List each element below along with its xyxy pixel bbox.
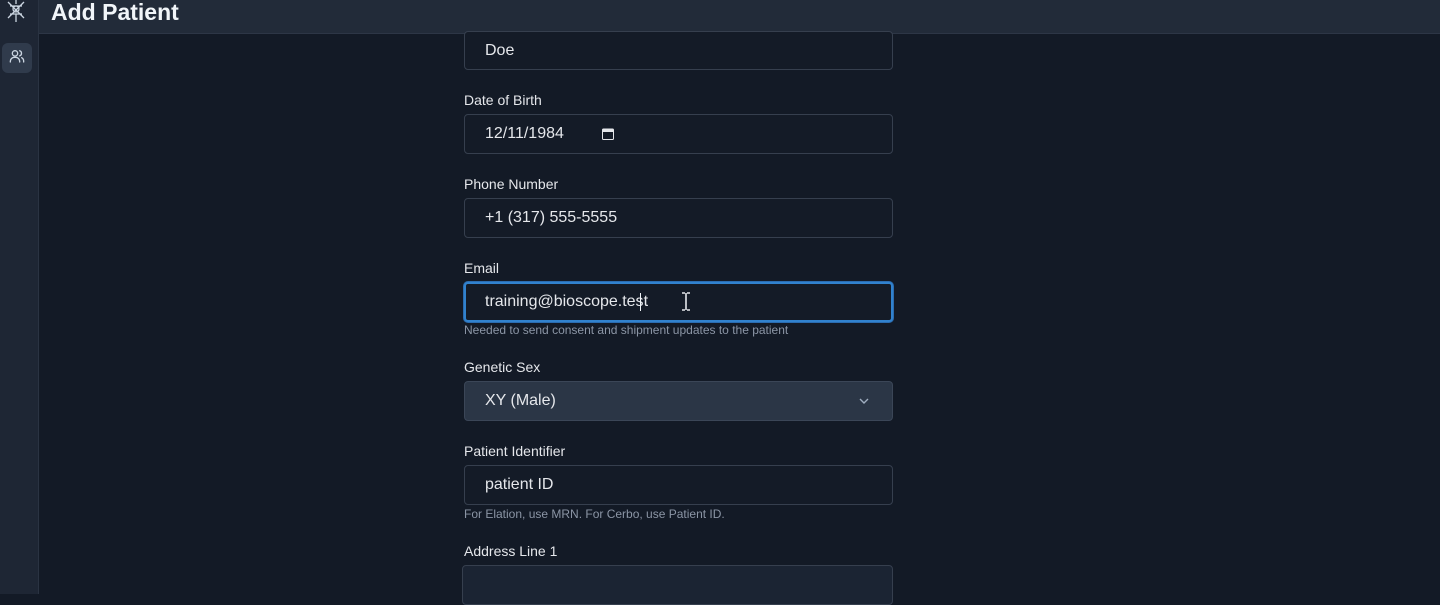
text-cursor-icon	[680, 292, 692, 311]
sidebar-item-patients[interactable]	[2, 43, 32, 73]
email-value: training@bioscope.tes	[485, 293, 644, 310]
phone-value: +1 (317) 555-5555	[485, 209, 618, 226]
email-input[interactable]: training@bioscope.tes t	[464, 282, 893, 322]
calendar-icon[interactable]	[601, 128, 614, 140]
patient-id-input[interactable]: patient ID	[464, 465, 893, 505]
email-helper-text: Needed to send consent and shipment upda…	[464, 323, 789, 337]
users-icon	[9, 48, 25, 69]
last-name-value: Doe	[485, 41, 515, 59]
top-header: Add Patient	[39, 0, 1440, 34]
text-caret	[639, 293, 641, 311]
last-name-input[interactable]: Doe	[464, 31, 893, 70]
address-line-1-input[interactable]	[462, 565, 893, 605]
patient-id-label: Patient Identifier	[464, 443, 566, 459]
patient-id-helper-text: For Elation, use MRN. For Cerbo, use Pat…	[464, 507, 725, 521]
phone-label: Phone Number	[464, 176, 559, 192]
sidebar	[0, 0, 39, 594]
phone-input[interactable]: +1 (317) 555-5555	[464, 198, 893, 238]
dob-value: 12/11/1984	[485, 125, 564, 142]
chevron-down-icon	[858, 392, 870, 410]
sex-label: Genetic Sex	[464, 359, 541, 375]
patient-id-value: patient ID	[485, 476, 554, 493]
genetic-sex-select[interactable]: XY (Male)	[464, 381, 893, 421]
email-value-end: t	[643, 293, 649, 310]
email-label: Email	[464, 260, 500, 276]
page-title: Add Patient	[51, 0, 179, 25]
address-line-1-label: Address Line 1	[464, 543, 558, 559]
sex-selected-value: XY (Male)	[485, 392, 556, 409]
bioscope-logo-icon[interactable]	[4, 0, 28, 24]
dob-input[interactable]: 12/11/1984	[464, 114, 893, 154]
dob-label: Date of Birth	[464, 92, 542, 108]
